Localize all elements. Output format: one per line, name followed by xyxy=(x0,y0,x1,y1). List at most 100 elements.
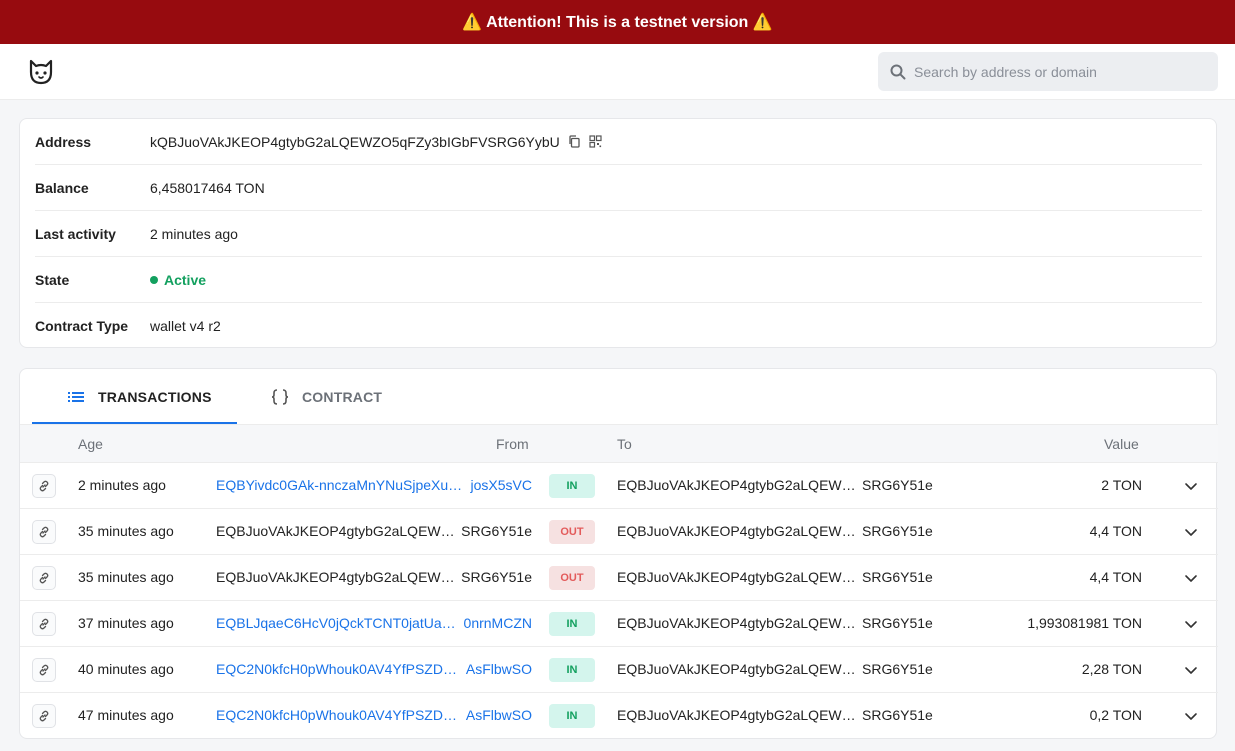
qr-code-icon[interactable] xyxy=(589,135,602,148)
from-address-end: josX5sVC xyxy=(470,477,532,493)
tx-value: 4,4 TON xyxy=(1089,523,1142,539)
tab-contract[interactable]: CONTRACT xyxy=(270,369,382,425)
transactions-card: TRANSACTIONS CONTRACT Age From To Value … xyxy=(19,368,1218,739)
search-box[interactable] xyxy=(878,52,1218,91)
tx-to-address: EQBJuoVAkJKEOP4gtybG2aLQEWZ… SRG6Y51e xyxy=(617,477,933,493)
tab-label: CONTRACT xyxy=(302,389,383,405)
chevron-down-icon[interactable] xyxy=(1183,616,1199,632)
header-age: Age xyxy=(78,436,103,452)
chevron-down-icon[interactable] xyxy=(1183,478,1199,494)
cat-logo-icon[interactable] xyxy=(27,58,55,86)
chevron-down-icon[interactable] xyxy=(1183,570,1199,586)
tx-age: 40 minutes ago xyxy=(78,661,174,677)
transaction-link-button[interactable] xyxy=(32,658,56,682)
tx-value: 2,28 TON xyxy=(1081,661,1142,677)
banner-text: ⚠️ Attention! This is a testnet version … xyxy=(462,14,773,31)
table-row[interactable]: 2 minutes ago EQBYivdc0GAk-nnczaMnYNuSjpe… xyxy=(20,463,1218,509)
transaction-link-button[interactable] xyxy=(32,474,56,498)
tx-from-address[interactable]: EQBLJqaeC6HcV0jQckTCNT0jatUaL… 0nrnMCZN xyxy=(216,615,532,631)
top-bar xyxy=(0,44,1235,100)
info-key: State xyxy=(35,271,70,288)
to-address-start: EQBJuoVAkJKEOP4gtybG2aLQEWZ… xyxy=(617,661,857,677)
info-key: Address xyxy=(35,133,92,150)
link-icon xyxy=(39,664,49,676)
from-address-start: EQBYivdc0GAk-nnczaMnYNuSjpeXu2… xyxy=(216,477,465,493)
tx-value: 4,4 TON xyxy=(1089,569,1142,585)
direction-badge: IN xyxy=(549,704,595,728)
contract-type-value: wallet v4 r2 xyxy=(150,318,221,334)
transaction-link-button[interactable] xyxy=(32,566,56,590)
from-address-end: AsFlbwSO xyxy=(465,661,532,677)
link-icon xyxy=(39,526,49,538)
from-address-start: EQBJuoVAkJKEOP4gtybG2aLQEWZ… xyxy=(216,569,456,585)
info-row-contract-type: Contract Type wallet v4 r2 xyxy=(35,303,1202,349)
table-row[interactable]: 47 minutes ago EQC2N0kfcH0pWhouk0AV4YfPSZ… xyxy=(20,693,1218,739)
tx-age: 35 minutes ago xyxy=(78,569,174,585)
tx-from-address: EQBJuoVAkJKEOP4gtybG2aLQEWZ… SRG6Y51e xyxy=(216,523,532,539)
direction-badge: IN xyxy=(549,612,595,636)
table-row[interactable]: 37 minutes ago EQBLJqaeC6HcV0jQckTCNT0jat… xyxy=(20,601,1218,647)
to-address-start: EQBJuoVAkJKEOP4gtybG2aLQEWZ… xyxy=(617,477,857,493)
info-key: Last activity xyxy=(35,225,116,242)
transaction-link-button[interactable] xyxy=(32,612,56,636)
tx-from-address[interactable]: EQC2N0kfcH0pWhouk0AV4YfPSZDt… AsFlbwSO xyxy=(216,707,532,723)
link-icon xyxy=(39,618,49,630)
tx-to-address: EQBJuoVAkJKEOP4gtybG2aLQEWZ… SRG6Y51e xyxy=(617,523,933,539)
last-activity-value: 2 minutes ago xyxy=(150,225,238,242)
link-icon xyxy=(39,710,49,722)
from-address-end: SRG6Y51e xyxy=(461,523,532,539)
table-row[interactable]: 35 minutes ago EQBJuoVAkJKEOP4gtybG2aLQEW… xyxy=(20,509,1218,555)
tx-to-address: EQBJuoVAkJKEOP4gtybG2aLQEWZ… SRG6Y51e xyxy=(617,707,933,723)
chevron-down-icon[interactable] xyxy=(1183,662,1199,678)
transaction-link-button[interactable] xyxy=(32,704,56,728)
from-address-end: AsFlbwSO xyxy=(465,707,532,723)
info-row-balance: Balance 6,458017464 TON xyxy=(35,165,1202,211)
address-value[interactable]: kQBJuoVAkJKEOP4gtybG2aLQEWZO5qFZy3bIGbFV… xyxy=(150,134,560,150)
tab-label: TRANSACTIONS xyxy=(98,389,212,405)
tx-from-address: EQBJuoVAkJKEOP4gtybG2aLQEWZ… SRG6Y51e xyxy=(216,569,532,585)
tx-to-address: EQBJuoVAkJKEOP4gtybG2aLQEWZ… SRG6Y51e xyxy=(617,569,933,585)
tx-value: 2 TON xyxy=(1101,477,1142,493)
from-address-end: SRG6Y51e xyxy=(461,569,532,585)
direction-badge: OUT xyxy=(549,520,595,544)
search-input[interactable] xyxy=(914,52,1210,91)
chevron-down-icon[interactable] xyxy=(1183,524,1199,540)
active-tab-indicator xyxy=(32,422,237,424)
from-address-start: EQBLJqaeC6HcV0jQckTCNT0jatUaL… xyxy=(216,615,458,631)
tab-bar: TRANSACTIONS CONTRACT xyxy=(20,369,1218,425)
to-address-end: SRG6Y51e xyxy=(862,523,933,539)
header-from: From xyxy=(496,436,529,452)
direction-badge: IN xyxy=(549,474,595,498)
tx-from-address[interactable]: EQC2N0kfcH0pWhouk0AV4YfPSZDt… AsFlbwSO xyxy=(216,661,532,677)
to-address-start: EQBJuoVAkJKEOP4gtybG2aLQEWZ… xyxy=(617,523,857,539)
info-row-address: Address kQBJuoVAkJKEOP4gtybG2aLQEWZO5qFZ… xyxy=(35,119,1202,165)
from-address-start: EQBJuoVAkJKEOP4gtybG2aLQEWZ… xyxy=(216,523,456,539)
tx-to-address: EQBJuoVAkJKEOP4gtybG2aLQEWZ… SRG6Y51e xyxy=(617,615,933,631)
table-header: Age From To Value xyxy=(20,425,1218,463)
search-icon xyxy=(890,64,906,80)
transaction-link-button[interactable] xyxy=(32,520,56,544)
tx-to-address: EQBJuoVAkJKEOP4gtybG2aLQEWZ… SRG6Y51e xyxy=(617,661,933,677)
copy-icon[interactable] xyxy=(568,135,581,148)
link-icon xyxy=(39,572,49,584)
from-address-start: EQC2N0kfcH0pWhouk0AV4YfPSZDt… xyxy=(216,661,460,677)
direction-badge: IN xyxy=(549,658,595,682)
table-row[interactable]: 35 minutes ago EQBJuoVAkJKEOP4gtybG2aLQEW… xyxy=(20,555,1218,601)
info-key: Contract Type xyxy=(35,318,129,334)
tx-value: 1,993081981 TON xyxy=(1027,615,1142,631)
to-address-end: SRG6Y51e xyxy=(862,477,933,493)
to-address-start: EQBJuoVAkJKEOP4gtybG2aLQEWZ… xyxy=(617,569,857,585)
tx-from-address[interactable]: EQBYivdc0GAk-nnczaMnYNuSjpeXu2… josX5sVC xyxy=(216,477,532,493)
header-value: Value xyxy=(1104,436,1139,452)
tab-transactions[interactable]: TRANSACTIONS xyxy=(66,369,212,425)
to-address-end: SRG6Y51e xyxy=(862,661,933,677)
info-value: kQBJuoVAkJKEOP4gtybG2aLQEWZO5qFZy3bIGbFV… xyxy=(150,134,602,150)
tx-age: 35 minutes ago xyxy=(78,523,174,539)
to-address-end: SRG6Y51e xyxy=(862,569,933,585)
tx-value: 0,2 TON xyxy=(1089,707,1142,723)
state-text: Active xyxy=(164,271,207,288)
from-address-end: 0nrnMCZN xyxy=(463,615,532,631)
testnet-warning-banner: ⚠️ Attention! This is a testnet version … xyxy=(0,0,1235,44)
chevron-down-icon[interactable] xyxy=(1183,708,1199,724)
table-row[interactable]: 40 minutes ago EQC2N0kfcH0pWhouk0AV4YfPSZ… xyxy=(20,647,1218,693)
